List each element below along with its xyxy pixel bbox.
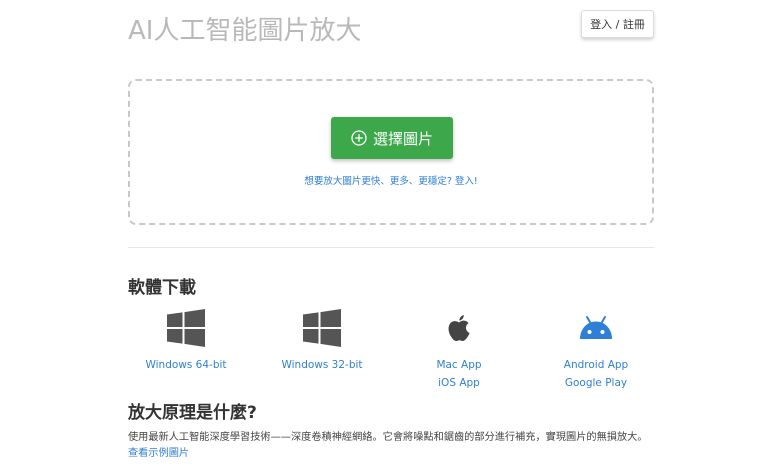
downloads-title: 軟體下載	[128, 278, 196, 298]
download-android: Android App Google Play	[531, 308, 661, 392]
android-icon	[580, 316, 612, 339]
login-hint-link[interactable]: 想要放大圖片更快、更多、更穩定? 登入!	[130, 173, 652, 187]
section-divider	[128, 247, 654, 248]
apple-icon	[448, 315, 470, 342]
google-play-link[interactable]: Google Play	[531, 374, 661, 392]
windows-icon	[167, 309, 205, 347]
principle-title: 放大原理是什麼?	[128, 403, 257, 423]
app-title: AI人工智能圖片放大	[128, 16, 362, 46]
windows-icon	[303, 309, 341, 347]
principle-description: 使用最新人工智能深度學習技術——深度卷積神經網絡。它會將噪點和鋸齒的部分進行補充…	[128, 430, 654, 462]
plus-circle-icon	[351, 130, 367, 146]
download-windows-32: Windows 32-bit	[257, 308, 387, 374]
download-windows-64: Windows 64-bit	[121, 308, 251, 374]
download-apple: Mac App iOS App	[394, 308, 524, 392]
choose-image-label: 選擇圖片	[372, 129, 433, 148]
mac-app-link[interactable]: Mac App	[394, 356, 524, 374]
windows-32-link[interactable]: Windows 32-bit	[257, 356, 387, 374]
android-app-link[interactable]: Android App	[531, 356, 661, 374]
choose-image-button[interactable]: 選擇圖片	[331, 117, 453, 159]
principle-text: 使用最新人工智能深度學習技術——深度卷積神經網絡。它會將噪點和鋸齒的部分進行補充…	[128, 432, 648, 443]
view-examples-link[interactable]: 查看示例圖片	[128, 448, 189, 459]
login-register-button[interactable]: 登入 / 註冊	[581, 10, 654, 38]
upload-dropzone[interactable]: 選擇圖片 想要放大圖片更快、更多、更穩定? 登入!	[128, 79, 654, 225]
ios-app-link[interactable]: iOS App	[394, 374, 524, 392]
windows-64-link[interactable]: Windows 64-bit	[121, 356, 251, 374]
